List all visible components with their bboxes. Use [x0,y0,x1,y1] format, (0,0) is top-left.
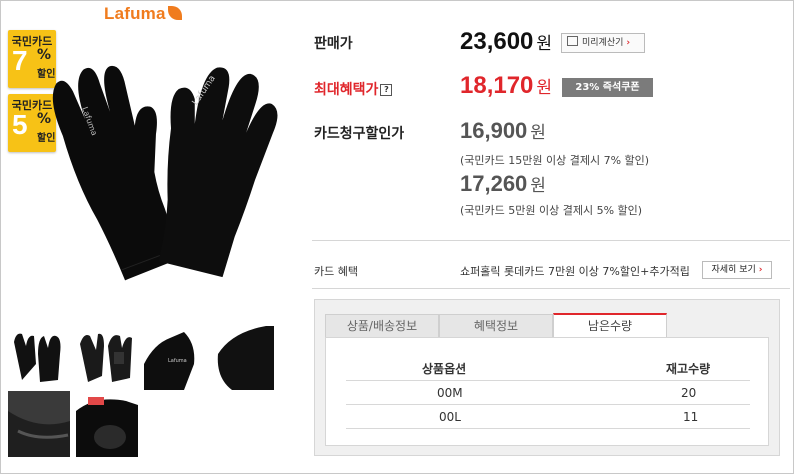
help-icon[interactable]: ? [380,84,393,96]
leaf-icon [167,6,182,20]
card-benefit-label: 카드 혜택 [314,265,358,278]
divider [312,288,790,289]
max-benefit-label: 최대혜택가? [314,79,393,99]
price-calculator-button[interactable]: 미리계산기 › [561,33,645,53]
quantity-cell: 11 [683,410,699,424]
badge-number: 7 [12,45,28,76]
chevron-right-icon: › [758,265,763,275]
stock-table: 상품옵션 재고수량 00M 20 00L 11 [325,337,769,446]
sale-price-value: 23,600 원 [460,28,553,55]
tab-remaining-stock[interactable]: 남은수량 [553,313,667,338]
calendar-icon [567,36,578,46]
card-benefit-text: 쇼퍼홀릭 롯데카드 7만원 이상 7%할인+추가적립 [460,265,690,278]
chevron-right-icon: › [626,38,631,48]
product-image-gloves[interactable]: Lafuma Lafuma [40,38,290,288]
brand-logo[interactable]: Lafuma [104,4,182,24]
thumbnail-6[interactable] [76,391,138,457]
thumbnail-1[interactable] [8,324,70,390]
header-quantity: 재고수량 [666,362,711,376]
thumbnail-5[interactable] [8,391,70,457]
card-price-note-1: (국민카드 15만원 이상 결제시 7% 할인) [460,154,650,167]
instant-coupon-badge[interactable]: 23% 즉석쿠폰 [562,78,653,97]
sale-price-label: 판매가 [314,36,353,52]
option-cell: 00L [439,410,461,424]
header-option: 상품옵션 [422,362,467,376]
divider [312,240,790,241]
card-price-label: 카드청구할인가 [314,126,405,142]
tab-benefit-info[interactable]: 혜택정보 [439,314,553,338]
max-benefit-price: 18,170 원 [460,72,553,99]
row-divider [346,428,750,429]
option-cell: 00M [437,386,463,400]
tab-product-shipping[interactable]: 상품/배송정보 [325,314,439,338]
svg-text:Lafuma: Lafuma [168,358,187,364]
row-divider [346,404,750,405]
card-price-note-2: (국민카드 5만원 이상 결제시 5% 할인) [460,204,643,217]
card-price-2: 17,260 원 [460,171,546,196]
info-tab-panel: 상품/배송정보 혜택정보 남은수량 상품옵션 재고수량 00M 20 00L 1… [314,299,780,456]
row-divider [346,380,750,381]
view-details-button[interactable]: 자세히 보기 › [702,261,772,279]
thumbnail-4[interactable] [212,324,274,390]
card-price-1: 16,900 원 [460,118,546,143]
thumbnail-3[interactable]: Lafuma [144,324,206,390]
thumbnail-2[interactable] [76,324,138,390]
badge-number: 5 [12,109,28,140]
quantity-cell: 20 [681,386,697,400]
